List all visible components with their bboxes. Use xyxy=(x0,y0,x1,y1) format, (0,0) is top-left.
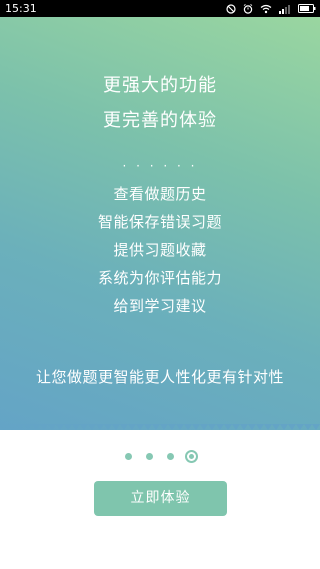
alarm-icon xyxy=(243,3,253,14)
dotted-divider: · · · · · · xyxy=(122,159,198,173)
status-time: 15:31 xyxy=(5,2,37,15)
feature-item: 查看做题历史 xyxy=(113,185,207,203)
page-indicator xyxy=(0,449,320,465)
start-experience-button[interactable]: 立即体验 xyxy=(94,481,227,516)
battery-icon xyxy=(298,4,316,13)
headline-line-2: 更完善的体验 xyxy=(103,110,217,131)
page-dot-2[interactable] xyxy=(146,453,153,460)
intro-hero-panel: 更强大的功能 更完善的体验 · · · · · · 查看做题历史 智能保存错误习… xyxy=(0,17,320,430)
signal-icon xyxy=(279,4,291,14)
hero-wavy-edge xyxy=(0,424,320,430)
feature-item: 给到学习建议 xyxy=(113,297,207,315)
status-icons xyxy=(226,0,316,17)
page-dot-1[interactable] xyxy=(125,453,132,460)
feature-item: 系统为你评估能力 xyxy=(97,269,222,287)
page-dot-3[interactable] xyxy=(167,453,174,460)
headline-line-1: 更强大的功能 xyxy=(103,75,217,96)
status-bar: 15:31 xyxy=(0,0,320,17)
tagline: 让您做题更智能更人性化更有针对性 xyxy=(35,368,284,386)
do-not-disturb-icon xyxy=(226,3,236,14)
wifi-icon xyxy=(260,4,272,14)
feature-item: 智能保存错误习题 xyxy=(97,213,222,231)
page-dot-4-active[interactable] xyxy=(185,450,198,463)
feature-item: 提供习题收藏 xyxy=(113,241,207,259)
